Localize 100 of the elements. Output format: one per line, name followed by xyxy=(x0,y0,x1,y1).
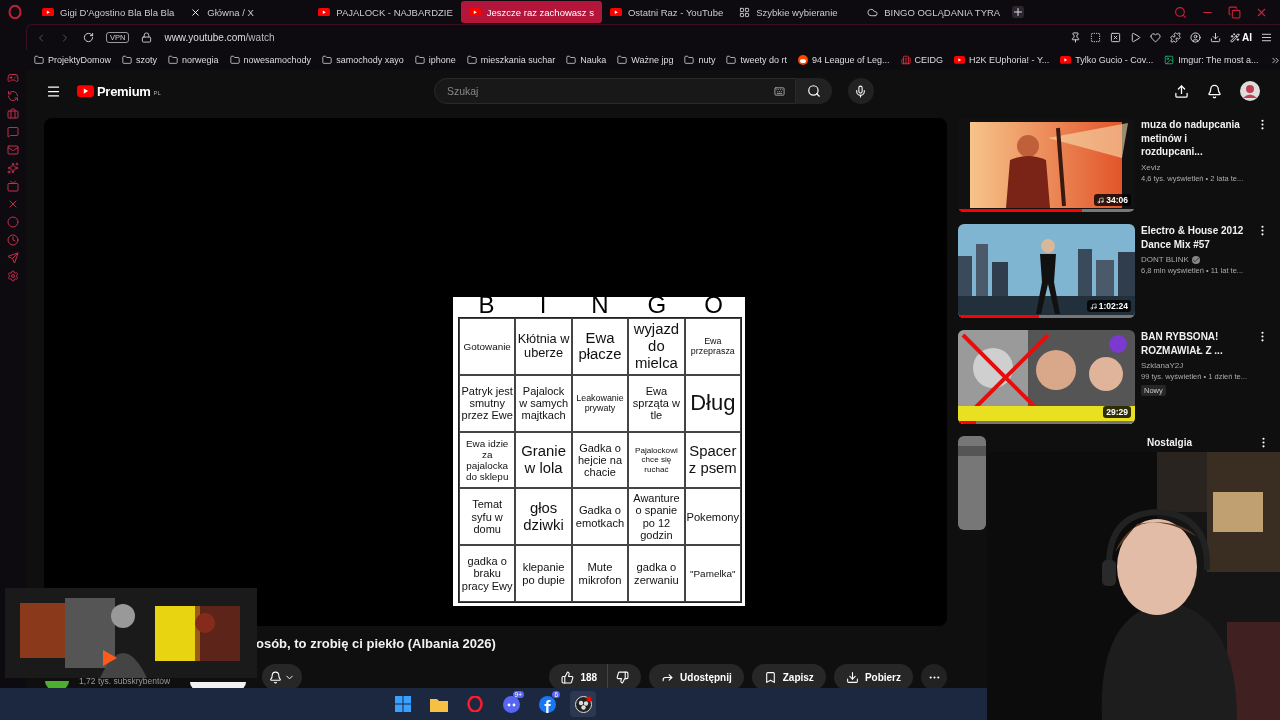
browser-tab[interactable]: Ostatni Raz - YouTube xyxy=(602,1,732,23)
bookmark[interactable]: szoty xyxy=(122,55,158,65)
reload-icon[interactable] xyxy=(83,32,94,43)
search-button[interactable] xyxy=(795,78,832,104)
bookmark[interactable]: Tylko Gucio - Cov... xyxy=(1060,55,1154,65)
folder-icon xyxy=(466,55,477,65)
video-player[interactable] xyxy=(44,118,947,626)
sparkles-icon[interactable] xyxy=(7,162,19,174)
share-button[interactable]: Udostępnij xyxy=(649,664,744,688)
extensions-icon[interactable] xyxy=(1170,32,1181,43)
music-note-icon xyxy=(1089,302,1097,310)
chat-icon[interactable] xyxy=(7,126,19,138)
browser-logo-icon[interactable] xyxy=(8,5,22,19)
folder-icon[interactable] xyxy=(430,696,448,712)
bingo-cell: "Pamelka" xyxy=(684,545,741,602)
video-item-title[interactable]: muza do nadupcania metinów i rozdupcani... xyxy=(1141,118,1251,159)
x-icon[interactable] xyxy=(7,198,19,210)
bingo-letter: N xyxy=(590,297,610,317)
social-app-icon[interactable] xyxy=(538,695,556,713)
bookmark[interactable]: norwegia xyxy=(168,55,219,65)
bookmark[interactable]: Nauka xyxy=(566,55,607,65)
browser-tab[interactable]: PAJALOCK - NAJBARDZIE xyxy=(310,1,461,23)
block-icon[interactable] xyxy=(1110,32,1121,43)
subscribed-button[interactable] xyxy=(190,682,247,688)
image-icon xyxy=(1164,55,1175,65)
bookmark[interactable]: mieszkania suchar xyxy=(466,55,556,65)
snapshot-icon[interactable] xyxy=(1090,32,1101,43)
folder-icon xyxy=(168,55,179,65)
gamepad-icon[interactable] xyxy=(7,72,19,84)
bookmark[interactable]: iphone xyxy=(414,55,456,65)
search-bar[interactable]: Szukaj xyxy=(433,78,796,104)
bookmark[interactable]: Ważne jpg xyxy=(617,55,674,65)
bookmark[interactable]: H2K EUphoria! - Y... xyxy=(954,55,1050,65)
refresh-icon[interactable] xyxy=(7,90,19,102)
bookmark[interactable]: samochody xayo xyxy=(322,55,404,65)
channel-name[interactable]: Xeviz xyxy=(1141,162,1161,172)
x-icon xyxy=(190,6,202,18)
menu-icon[interactable] xyxy=(46,83,61,99)
mail-icon[interactable] xyxy=(7,144,19,156)
more-button[interactable] xyxy=(921,664,947,688)
bookmark[interactable]: nowesamochody xyxy=(229,55,312,65)
send-icon[interactable] xyxy=(7,252,19,264)
bookmark[interactable]: Imgur: The most a... xyxy=(1164,55,1259,65)
ai-button[interactable]: AI xyxy=(1230,32,1252,43)
upload-icon[interactable] xyxy=(1174,83,1189,99)
menu-icon[interactable] xyxy=(1261,32,1272,43)
download-icon[interactable] xyxy=(1210,32,1221,43)
bingo-cell: gadka o zerwaniu xyxy=(628,545,685,602)
bingo-cell: Mute mikrofon xyxy=(571,545,629,602)
bookmark[interactable]: ProjektyDomow xyxy=(34,55,112,65)
bookmark[interactable]: tweety do rt xyxy=(726,55,787,65)
play-icon[interactable] xyxy=(1130,32,1141,43)
new-tab-icon[interactable] xyxy=(1012,6,1025,18)
thumbs-down-icon xyxy=(616,670,630,684)
pin-icon[interactable] xyxy=(1070,32,1081,43)
video-item-title[interactable]: BAN RYBSONA! ROZMAWIAŁ Z ... xyxy=(1141,330,1251,357)
account-icon[interactable] xyxy=(1190,32,1201,43)
chat-app-icon[interactable] xyxy=(502,695,520,713)
search-field[interactable]: Szukaj xyxy=(444,84,725,98)
download-button[interactable]: Pobierz xyxy=(833,664,913,688)
url-field[interactable]: www.youtube.com/watch xyxy=(164,32,275,43)
play-icon xyxy=(42,7,54,17)
duration-label: 29:29 xyxy=(1103,406,1131,418)
bingo-cell: Granie w lola xyxy=(515,431,572,489)
bingo-cell: gadka o braku pracy Ewy xyxy=(459,545,516,602)
keyboard-icon[interactable] xyxy=(773,85,785,97)
bookmark[interactable]: 94 League of Leg... xyxy=(798,55,890,65)
recorder-icon[interactable] xyxy=(574,695,592,713)
heart-icon[interactable] xyxy=(1150,32,1161,43)
avatar-icon[interactable] xyxy=(1240,81,1260,101)
bingo-cell: Leakowanie prywaty xyxy=(571,374,629,432)
video-item-title[interactable]: Nostalgia xyxy=(1147,436,1251,450)
folder-icon xyxy=(122,55,133,65)
folder-icon xyxy=(414,55,425,65)
browser-tab[interactable]: Główna / X xyxy=(182,1,311,23)
music-note-icon xyxy=(1097,196,1105,204)
bookmark[interactable]: nuty xyxy=(684,55,716,65)
subscriber-count: 1,72 tys. subskrybentów xyxy=(79,676,171,686)
save-button[interactable]: Zapisz xyxy=(751,664,826,688)
channel-name[interactable]: DONT BLINK xyxy=(1141,255,1189,264)
restore-icon[interactable] xyxy=(1228,5,1241,19)
browser-tab[interactable]: Szybkie wybieranie xyxy=(731,1,860,23)
browser-tab[interactable]: BINGO OGLĄDANIA TYRA xyxy=(859,1,1009,23)
channel-name[interactable]: SzklanaY2J xyxy=(1141,361,1184,370)
mic-button[interactable] xyxy=(847,78,874,104)
play-icon xyxy=(610,7,622,17)
settings-icon[interactable] xyxy=(7,270,19,282)
folder-icon xyxy=(617,55,628,65)
bingo-cell: Pajalockowi chce się ruchać xyxy=(628,431,685,489)
tv-icon[interactable] xyxy=(7,180,19,192)
bookmark[interactable]: CEIDG xyxy=(900,55,944,65)
opera-icon[interactable] xyxy=(467,696,483,712)
notifications-button[interactable] xyxy=(262,664,303,688)
bingo-cell: Ewa przeprasza xyxy=(684,318,741,375)
browser-tab[interactable]: Jeszcze raz zachowasz s xyxy=(460,1,602,23)
video-item-title[interactable]: Electro & House 2012 Dance Mix #57 xyxy=(1141,224,1251,251)
browser-tab[interactable]: Gigi D'Agostino Bla Bla Bla xyxy=(34,1,183,23)
search-icon[interactable] xyxy=(1174,5,1187,19)
lock-icon xyxy=(141,32,153,43)
bell-icon[interactable] xyxy=(1207,83,1222,99)
